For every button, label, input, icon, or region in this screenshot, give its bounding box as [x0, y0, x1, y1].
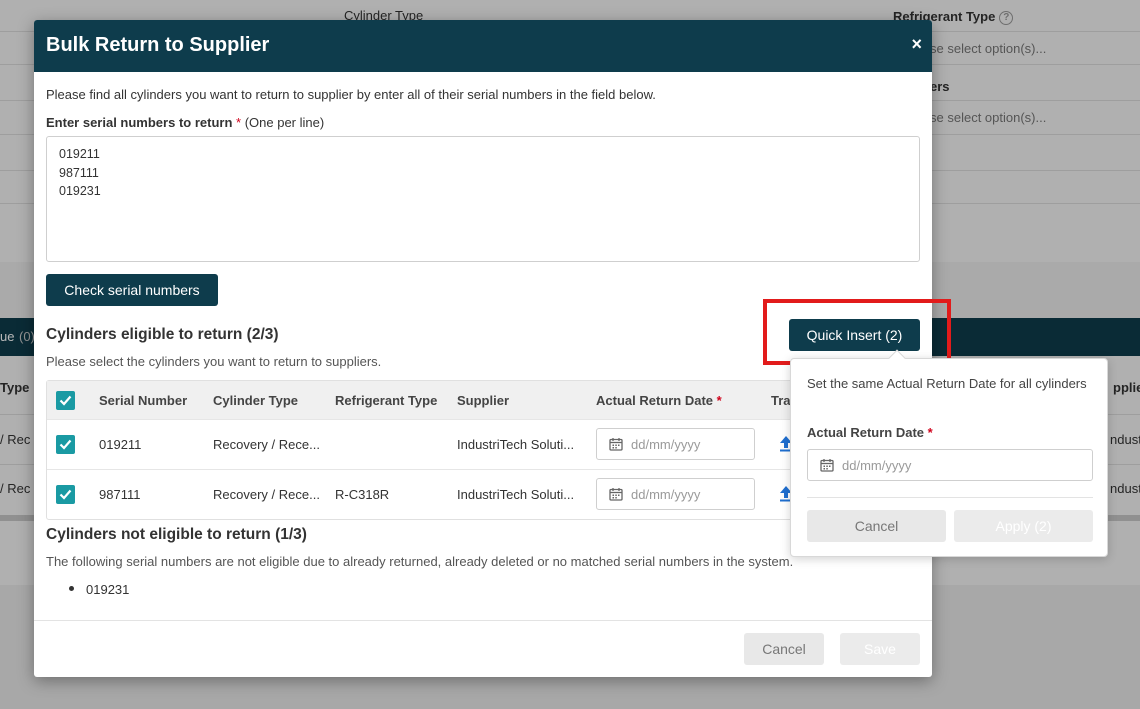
eligible-section-subtitle: Please select the cylinders you want to …: [46, 354, 382, 369]
return-date-input[interactable]: dd/mm/yyyy: [596, 478, 755, 510]
eligible-cylinders-table: Serial Number Cylinder Type Refrigerant …: [46, 380, 920, 520]
header-serial-number[interactable]: Serial Number: [99, 381, 187, 419]
cell-serial-number: 019211: [99, 437, 142, 452]
cell-refrigerant-type: R-C318R: [335, 487, 390, 502]
modal-instructions: Please find all cylinders you want to re…: [46, 87, 656, 102]
modal-title: Bulk Return to Supplier: [46, 34, 270, 56]
popover-cancel-button[interactable]: Cancel: [807, 510, 946, 542]
header-refrigerant-type[interactable]: Refrigerant Type: [335, 381, 437, 419]
header-tracking[interactable]: Tra: [771, 381, 791, 419]
popover-date-input[interactable]: dd/mm/yyyy: [807, 449, 1093, 481]
cell-supplier: IndustriTech Soluti...: [457, 437, 575, 452]
select-all-checkbox[interactable]: [56, 390, 75, 410]
cell-serial-number: 987111: [99, 487, 141, 502]
table-row: 019211 Recovery / Rece... IndustriTech S…: [47, 419, 919, 469]
header-actual-return-date[interactable]: Actual Return Date *: [596, 381, 722, 419]
required-mark: *: [236, 115, 242, 130]
popover-apply-button[interactable]: Apply (2): [954, 510, 1093, 542]
check-serial-numbers-button[interactable]: Check serial numbers: [46, 274, 218, 306]
serial-numbers-textarea[interactable]: 019211 987111 019231: [46, 136, 920, 262]
list-bullet: [69, 586, 74, 591]
modal-save-button[interactable]: Save: [840, 633, 920, 665]
header-cylinder-type[interactable]: Cylinder Type: [213, 381, 298, 419]
header-supplier[interactable]: Supplier: [457, 381, 509, 419]
modal-cancel-button[interactable]: Cancel: [744, 633, 824, 665]
popover-date-label: Actual Return Date *: [807, 425, 933, 440]
quick-insert-popover: Set the same Actual Return Date for all …: [790, 349, 1108, 557]
not-eligible-section-title: Cylinders not eligible to return (1/3): [46, 526, 307, 543]
cell-cylinder-type: Recovery / Rece...: [213, 487, 320, 502]
quick-insert-button[interactable]: Quick Insert (2): [789, 319, 920, 351]
popover-description: Set the same Actual Return Date for all …: [807, 376, 1087, 391]
calendar-icon: [609, 488, 623, 501]
table-row: 987111 Recovery / Rece... R-C318R Indust…: [47, 469, 919, 519]
row-checkbox[interactable]: [56, 435, 75, 454]
row-checkbox[interactable]: [56, 485, 75, 504]
modal-header: Bulk Return to Supplier ×: [34, 20, 932, 72]
table-header-row: Serial Number Cylinder Type Refrigerant …: [47, 381, 919, 419]
cell-cylinder-type: Recovery / Rece...: [213, 437, 320, 452]
close-icon[interactable]: ×: [911, 34, 922, 54]
not-eligible-item: 019231: [86, 582, 130, 597]
cell-supplier: IndustriTech Soluti...: [457, 487, 575, 502]
serial-field-label: Enter serial numbers to return * (One pe…: [46, 115, 325, 130]
calendar-icon: [820, 459, 834, 472]
eligible-section-title: Cylinders eligible to return (2/3): [46, 326, 279, 343]
return-date-input[interactable]: dd/mm/yyyy: [596, 428, 755, 460]
calendar-icon: [609, 438, 623, 451]
not-eligible-description: The following serial numbers are not eli…: [46, 554, 794, 569]
